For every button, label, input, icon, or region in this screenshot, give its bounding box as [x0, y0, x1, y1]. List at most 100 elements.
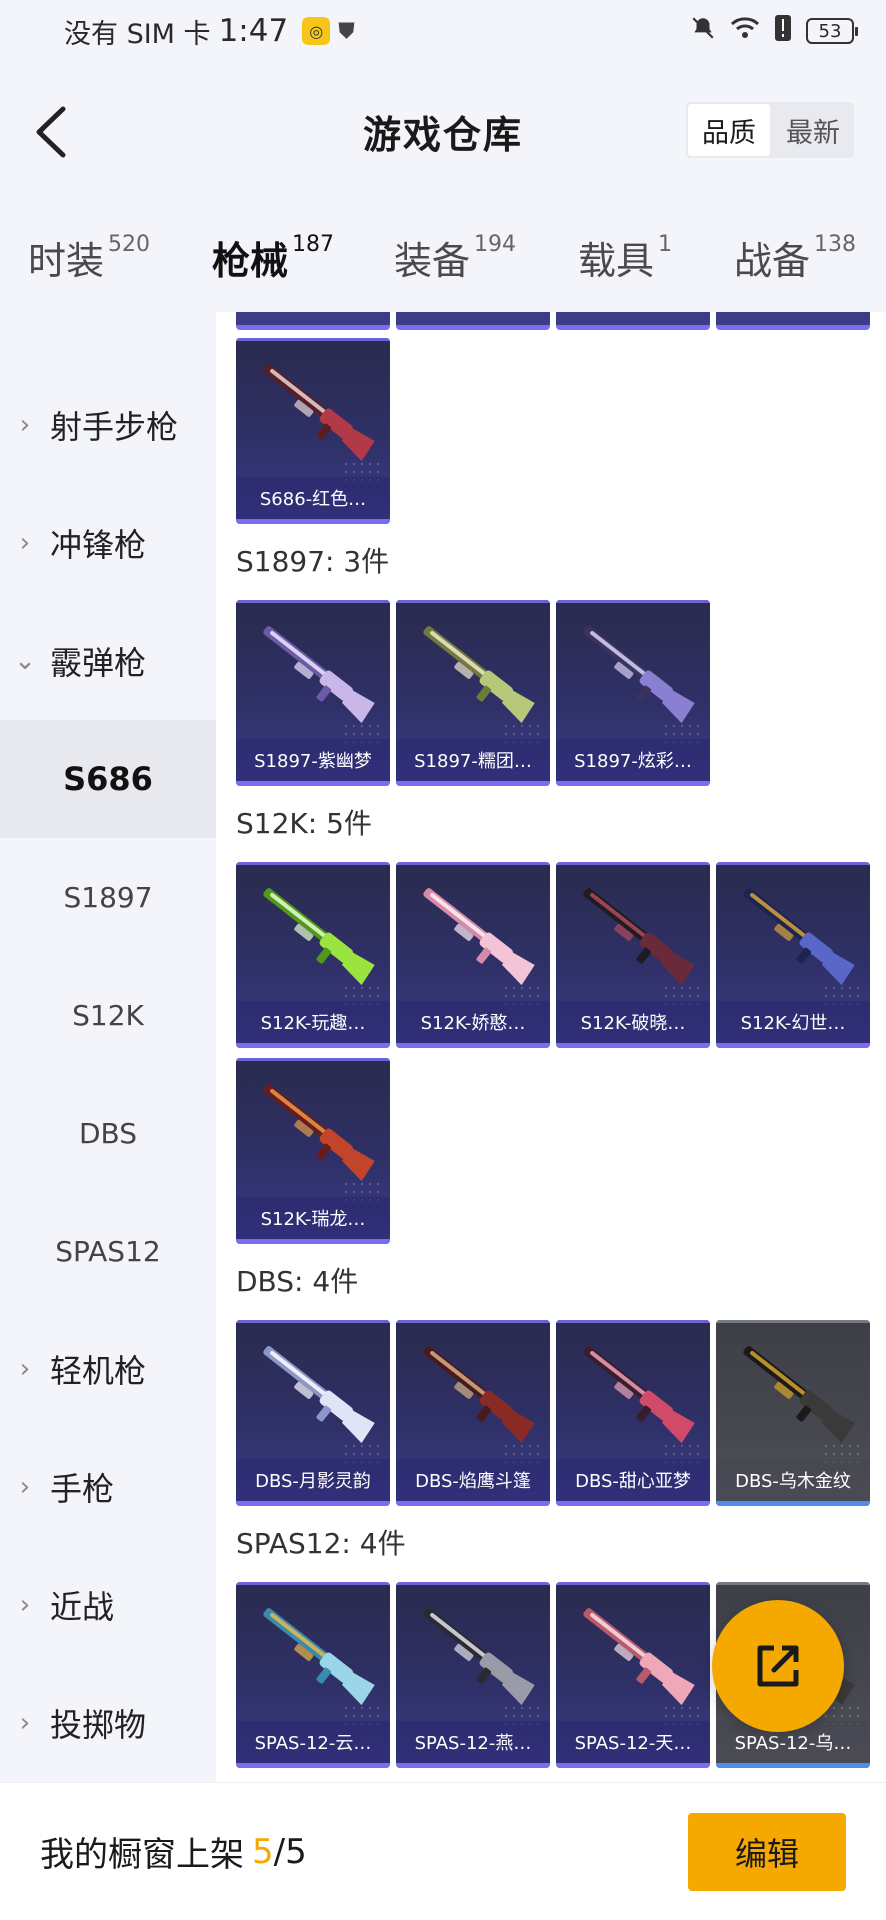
- battery-icon: 53: [806, 18, 858, 44]
- weapon-skin-grid: S686-红色… S1897: 3件 S1897-紫幽梦 S1897-糯团… S1897…: [216, 312, 886, 1782]
- weapon-skin-card[interactable]: S12K-玩趣…: [236, 862, 390, 1048]
- weapon-skin-card[interactable]: S12K-瑞龙…: [236, 1058, 390, 1244]
- sidebar-item-partial[interactable]: ▀▀▀▀: [0, 312, 216, 332]
- tab-label: 战备: [734, 239, 811, 283]
- sidebar-item-label: SPAS12: [55, 1234, 161, 1268]
- group-title: DBS: 4件: [236, 1265, 359, 1298]
- weapon-skin-label: DBS-乌木金纹: [716, 1459, 870, 1501]
- mute-icon: [690, 15, 716, 48]
- back-button[interactable]: [26, 102, 76, 162]
- weapon-skin-label: S1897-糯团…: [396, 739, 550, 781]
- tab-vehicles[interactable]: 载具 1: [578, 230, 672, 285]
- sidebar-item-label: 投掷物: [50, 1706, 147, 1744]
- sort-toggle: 品质 最新: [686, 102, 854, 158]
- chevron-right-icon: ›: [19, 1590, 31, 1620]
- shield-icon: ⛊: [338, 18, 355, 44]
- tab-label: 时装: [28, 239, 105, 283]
- weapon-skin-card[interactable]: DBS-甜心亚梦: [556, 1320, 710, 1506]
- weapon-skin-image: [263, 364, 375, 462]
- tab-label: 枪械: [212, 239, 289, 283]
- sidebar-subitem-spas12[interactable]: SPAS12: [0, 1192, 216, 1310]
- sidebar-item-label: DBS: [78, 1116, 138, 1150]
- sidebar-subitem-s12k[interactable]: S12K: [0, 956, 216, 1074]
- back-arrow-icon: [36, 106, 66, 158]
- clipped-card[interactable]: [716, 312, 870, 330]
- sidebar-item-label: 冲锋枪: [50, 526, 147, 564]
- sidebar-subitem-s686[interactable]: S686: [0, 720, 216, 838]
- tab-fashion[interactable]: 时装 520: [28, 230, 150, 285]
- weapon-skin-image: [423, 626, 535, 724]
- group-title: S1897: 3件: [236, 545, 390, 578]
- weapon-skin-card[interactable]: S12K-破晓…: [556, 862, 710, 1048]
- tab-label: 载具: [578, 239, 655, 283]
- weapon-skin-card[interactable]: SPAS-12-燕…: [396, 1582, 550, 1768]
- weapon-skin-image: [263, 1608, 375, 1706]
- weapon-skin-card[interactable]: S1897-炫彩…: [556, 600, 710, 786]
- weapon-skin-card[interactable]: SPAS-12-天…: [556, 1582, 710, 1768]
- sidebar-item-pistol[interactable]: › 手枪: [0, 1428, 216, 1546]
- weapon-skin-label: SPAS-12-云…: [236, 1721, 390, 1763]
- sort-newest-option[interactable]: 最新: [772, 102, 854, 158]
- weapon-skin-image: [263, 888, 375, 986]
- sidebar-item-lmg[interactable]: › 轻机枪: [0, 1310, 216, 1428]
- carrier-text: 没有 SIM 卡: [64, 18, 211, 50]
- weapon-skin-image: [583, 1608, 695, 1706]
- weapon-skin-image: [423, 888, 535, 986]
- sidebar-item-label: S1897: [63, 880, 153, 914]
- sidebar-subitem-dbs[interactable]: DBS: [0, 1074, 216, 1192]
- showcase-separator: /: [273, 1831, 286, 1872]
- sidebar-subitem-s1897[interactable]: S1897: [0, 838, 216, 956]
- weapon-category-sidebar: ▀▀▀▀ › 射手步枪 › 冲锋枪 ⌄ 霰弹枪 S686 S1897 S12K …: [0, 312, 216, 1782]
- chevron-down-icon: ⌄: [14, 646, 36, 676]
- weapon-skin-card[interactable]: DBS-焰鹰斗篷: [396, 1320, 550, 1506]
- sidebar-item-label: S686: [63, 760, 153, 798]
- weapon-skin-card[interactable]: S12K-娇憨…: [396, 862, 550, 1048]
- status-left: 没有 SIM 卡 1:47 ◎ ⛊: [64, 12, 355, 51]
- chevron-right-icon: ›: [19, 1354, 31, 1384]
- weapon-skin-card[interactable]: S12K-幻世…: [716, 862, 870, 1048]
- edit-button[interactable]: 编辑: [688, 1812, 846, 1891]
- chevron-right-icon: ›: [19, 1472, 31, 1502]
- tab-supplies[interactable]: 战备 138: [734, 230, 856, 285]
- weapon-skin-label: DBS-甜心亚梦: [556, 1459, 710, 1501]
- weapon-skin-card[interactable]: S1897-糯团…: [396, 600, 550, 786]
- tab-equipment[interactable]: 装备 194: [394, 230, 516, 285]
- showcase-current-count: 5: [252, 1831, 274, 1872]
- weapon-skin-label: DBS-月影灵韵: [236, 1459, 390, 1501]
- clipped-card[interactable]: [556, 312, 710, 330]
- chevron-right-icon: ›: [19, 1708, 31, 1738]
- sidebar-item-marksman-rifle[interactable]: › 射手步枪: [0, 366, 216, 484]
- sidebar-item-label: 霰弹枪: [50, 644, 147, 682]
- weapon-skin-label: S12K-娇憨…: [396, 1001, 550, 1043]
- wifi-icon: [730, 15, 760, 48]
- weapon-skin-label: DBS-焰鹰斗篷: [396, 1459, 550, 1501]
- weapon-skin-card[interactable]: SPAS-12-云…: [236, 1582, 390, 1768]
- weapon-skin-card[interactable]: S686-红色…: [236, 338, 390, 524]
- tab-firearms[interactable]: 枪械 187: [212, 230, 335, 327]
- sidebar-item-throwables[interactable]: › 投掷物: [0, 1664, 216, 1782]
- clipped-card[interactable]: [396, 312, 550, 330]
- sidebar-item-smg[interactable]: › 冲锋枪: [0, 484, 216, 602]
- external-link-icon: [757, 1645, 799, 1687]
- group-title: S12K: 5件: [236, 807, 372, 840]
- category-tabs: 时装 520 枪械 187 装备 194 载具 1 战备 138: [0, 200, 886, 327]
- weapon-skin-card[interactable]: DBS-乌木金纹: [716, 1320, 870, 1506]
- sort-quality-option[interactable]: 品质: [688, 104, 770, 156]
- weapon-skin-card[interactable]: DBS-月影灵韵: [236, 1320, 390, 1506]
- weapon-skin-label: S12K-破晓…: [556, 1001, 710, 1043]
- weapon-skin-image: [263, 1084, 375, 1182]
- tab-count: 520: [108, 232, 151, 257]
- group-title: SPAS12: 4件: [236, 1527, 406, 1560]
- weapon-skin-card[interactable]: S1897-紫幽梦: [236, 600, 390, 786]
- clock-text: 1:47: [218, 13, 289, 49]
- weapon-skin-image: [583, 626, 695, 724]
- header: 游戏仓库 品质 最新: [0, 62, 886, 200]
- tab-count: 194: [474, 232, 517, 257]
- showcase-label: 我的橱窗上架: [40, 1835, 244, 1875]
- sidebar-item-melee[interactable]: › 近战: [0, 1546, 216, 1664]
- clipped-card[interactable]: [236, 312, 390, 330]
- tab-count: 187: [292, 232, 335, 257]
- weapon-skin-label: SPAS-12-天…: [556, 1721, 710, 1763]
- share-fab-button[interactable]: [712, 1600, 844, 1732]
- sidebar-item-shotgun[interactable]: ⌄ 霰弹枪: [0, 602, 216, 720]
